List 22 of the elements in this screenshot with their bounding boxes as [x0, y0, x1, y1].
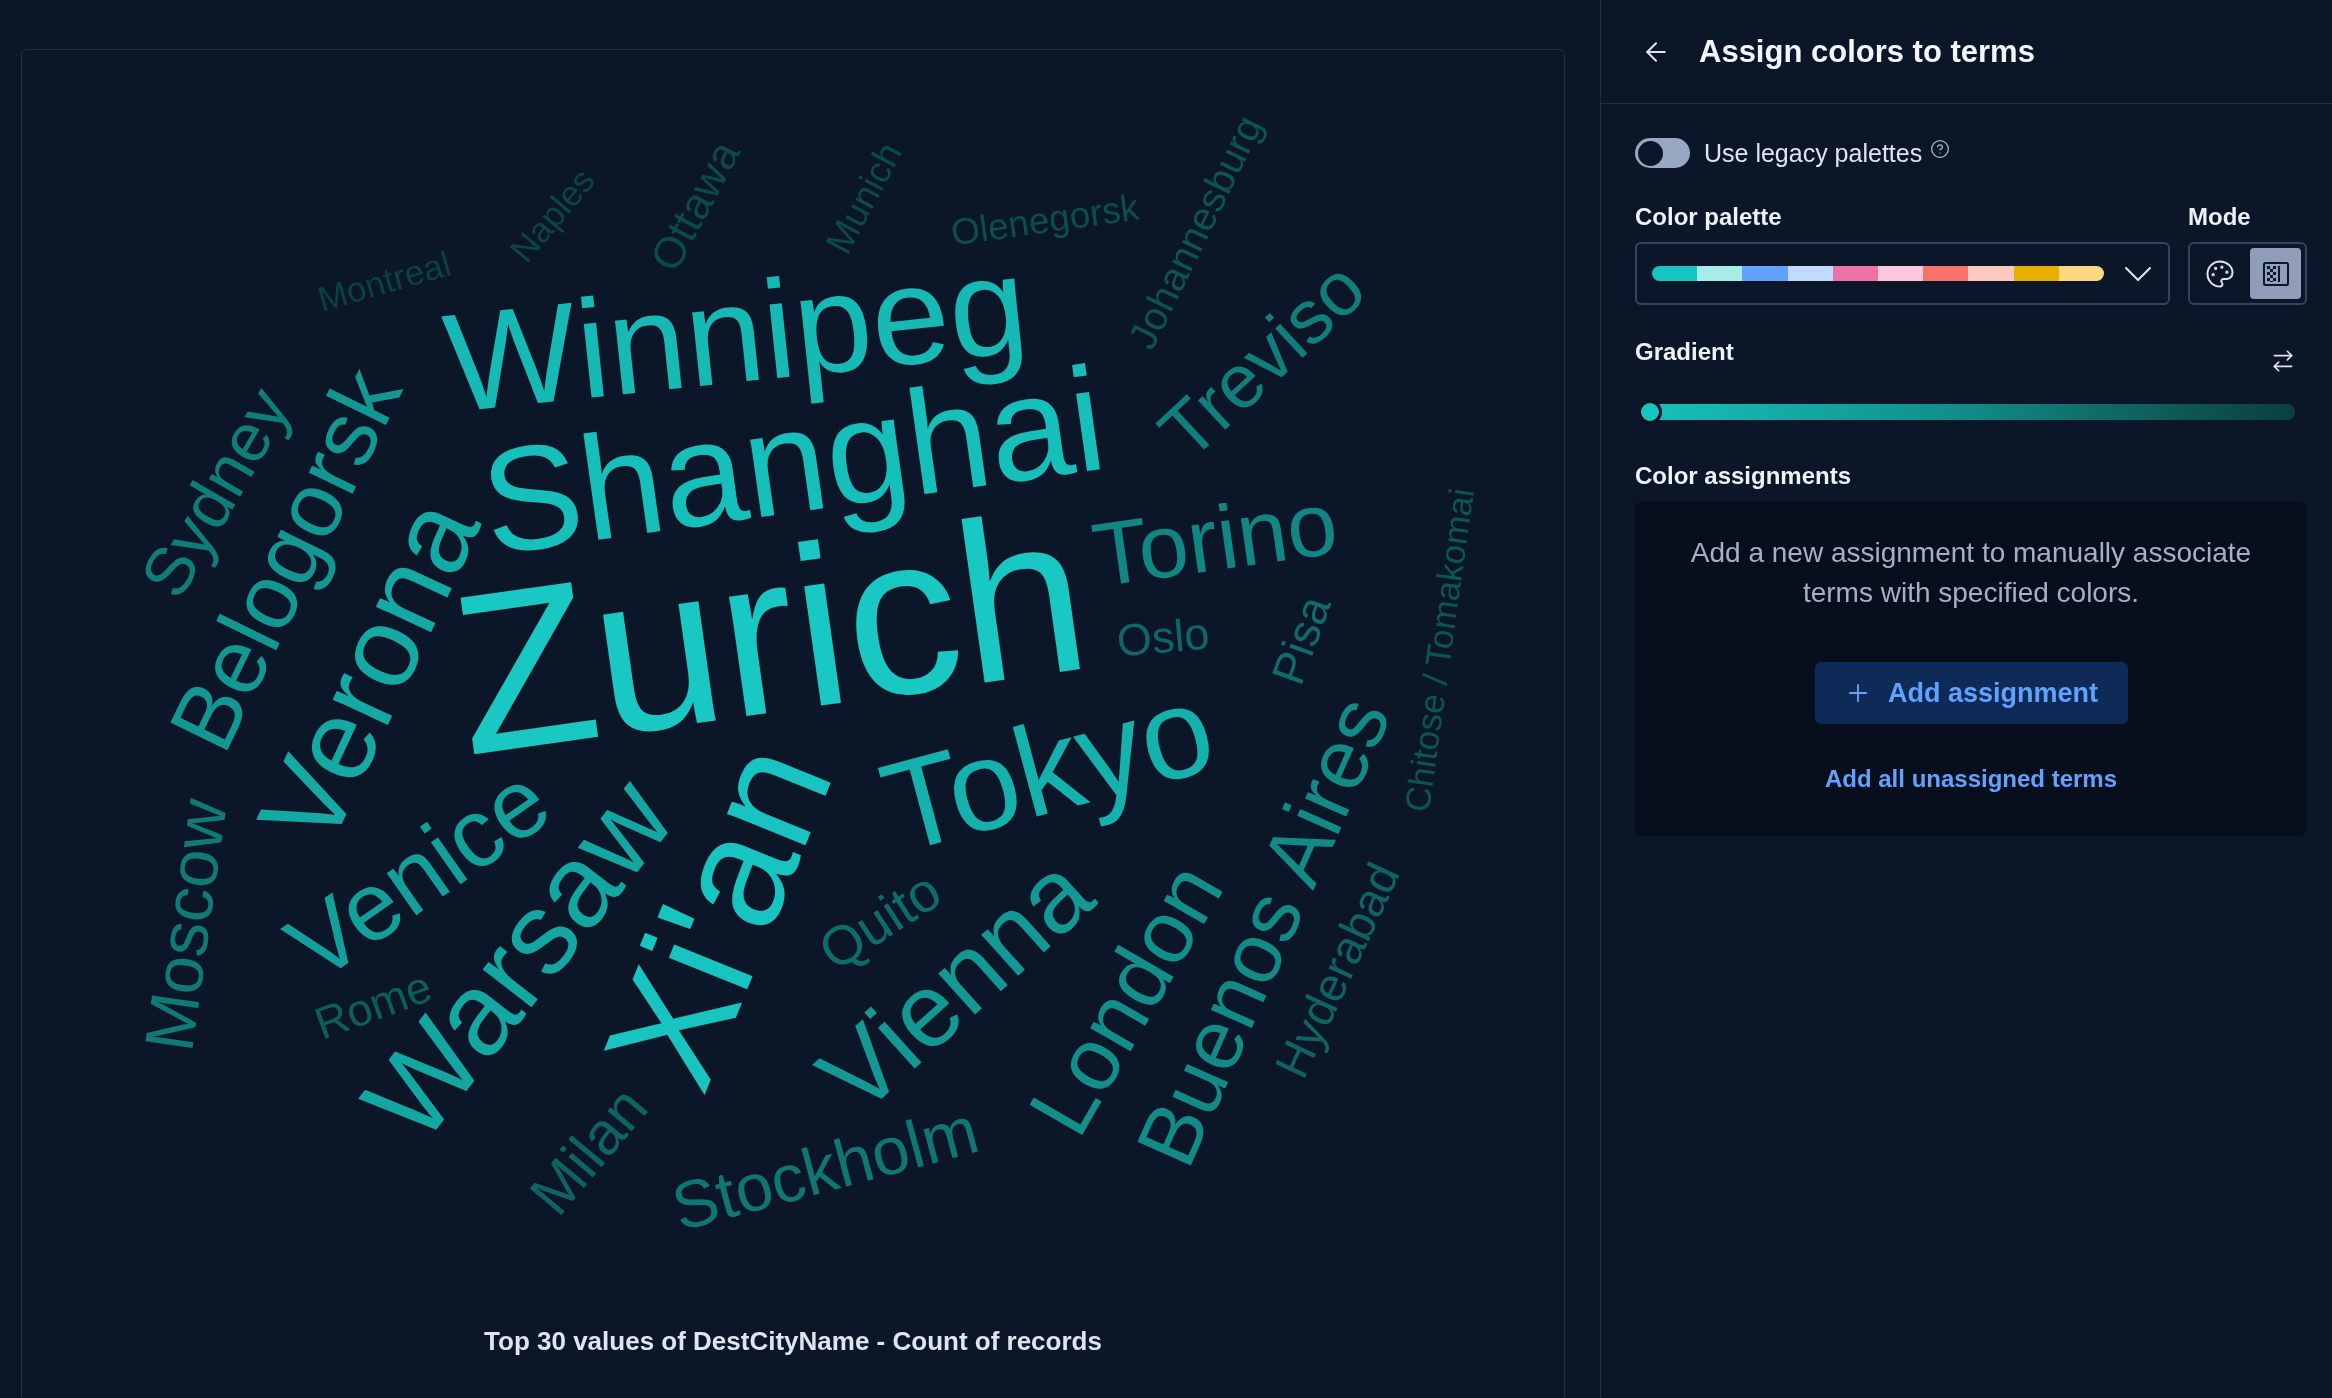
gradient-icon	[2262, 261, 2289, 286]
mode-option-button[interactable]	[2250, 248, 2301, 299]
slider-handle[interactable]	[1638, 400, 1662, 424]
chart-caption: Top 30 values of DestCityName - Count of records	[484, 1326, 1102, 1356]
legacy-palettes-switch[interactable]	[1635, 138, 1690, 168]
palette-select[interactable]	[1635, 242, 2170, 305]
add-all-link[interactable]: Add all unassigned terms	[1824, 764, 2118, 794]
cloud-word: Oslo	[1114, 610, 1212, 664]
help-icon[interactable]	[1930, 139, 1951, 159]
field-label: Color palette	[1635, 202, 1783, 232]
field-label: Color assignments	[1635, 461, 1853, 491]
field-label: Mode	[2188, 202, 2252, 232]
switch-label: Use legacy palettes	[1704, 138, 1923, 168]
cloud-word: Moscow	[134, 794, 238, 1056]
add-assignment-button[interactable]: Add assignment	[1814, 662, 2128, 724]
cloud-word: Pisa	[1264, 590, 1338, 690]
chevron-down-icon	[2125, 266, 2151, 281]
empty-message: Add a new assignment to manually associate terms with specified colors.	[1689, 536, 2253, 610]
field-label: Gradient	[1635, 337, 1734, 367]
palette-icon	[2204, 258, 2235, 289]
flyout-title: Assign colors to terms	[1699, 32, 2035, 71]
cloud-word: Chitose / Tomakomai	[1398, 486, 1480, 814]
